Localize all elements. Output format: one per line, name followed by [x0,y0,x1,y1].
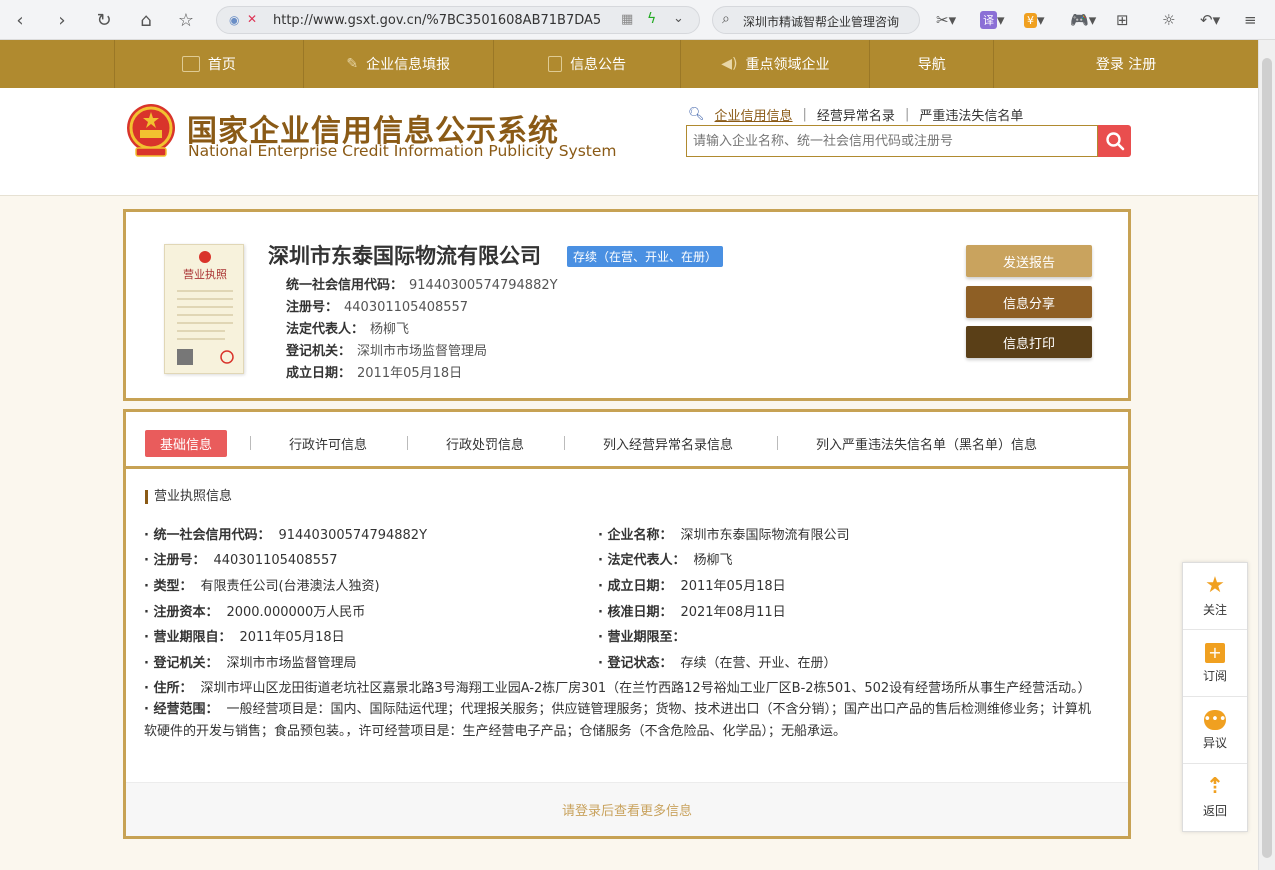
nav-guide[interactable]: 导航 [870,40,995,88]
scissors-icon[interactable]: ✂▾ [936,9,956,31]
company-summary-card: 营业执照 深圳市东泰国际物流有限公司 存续（在营、开业、在册） 统一社会信用代码… [123,209,1131,401]
speaker-icon: ◀) [721,56,738,72]
back-icon[interactable]: ‹ [8,8,32,32]
detail-address: · 住所： 深圳市坪山区龙田街道老坑社区嘉景北路3号海翔工业园A-2栋厂房301（… [144,681,1091,696]
detail-type: · 类型： 有限责任公司(台港澳法人独资) [144,579,380,594]
document-icon [548,56,563,72]
detail-legal-rep: · 法定代表人： 杨柳飞 [598,553,733,568]
reload-icon[interactable]: ↻ [92,8,116,32]
company-details-card: 基础信息 行政许可信息 行政处罚信息 列入经营异常名录信息 列入严重违法失信名单… [123,409,1131,839]
insecure-icon: ✕ [247,12,258,26]
search-icon [1105,132,1124,151]
chevron-down-icon[interactable]: ⌄ [673,11,684,26]
undo-icon[interactable]: ↶▾ [1200,9,1220,31]
main-nav: 首页 ✎ 企业信息填报 信息公告 ◀) 重点领域企业 导航 登录 注册 [0,40,1258,88]
browser-search-box[interactable]: ⌕ 深圳市精诚智帮企业管理咨询 [712,6,920,34]
detail-found-date: · 成立日期： 2011年05月18日 [598,579,786,594]
speed-icon[interactable]: ϟ [647,11,656,27]
send-report-button[interactable]: 发送报告 [966,245,1092,277]
site-header: 国家企业信用信息公示系统 National Enterprise Credit … [0,88,1258,196]
add-icon: + [1205,642,1225,663]
bookmark-star-icon[interactable]: ☆ [174,8,198,32]
nav-login-register[interactable]: 登录 注册 [994,40,1258,88]
summary-reg-number: 注册号： 440301105408557 [286,300,469,315]
search-small-icon: 🔍︎ [688,107,705,122]
summary-credit-code: 统一社会信用代码： 91440300574794882Y [286,278,558,293]
detail-credit-code: · 统一社会信用代码： 91440300574794882Y [144,528,428,543]
enterprise-search-input[interactable] [686,125,1098,157]
summary-reg-authority: 登记机关： 深圳市市场监督管理局 [286,344,488,359]
print-info-button[interactable]: 信息打印 [966,326,1092,358]
monitor-icon [181,56,200,72]
search-tab-blacklist[interactable]: 严重违法失信名单 [919,105,1023,124]
tab-basic-info[interactable]: 基础信息 [145,430,228,457]
detail-approval-date: · 核准日期： 2021年08月11日 [598,605,786,620]
login-hint[interactable]: 请登录后查看更多信息 [126,782,1128,836]
follow-button[interactable]: ★ 关注 [1183,563,1247,630]
tab-abnormal-list[interactable]: 列入经营异常名录信息 [603,434,733,453]
detail-capital: · 注册资本： 2000.000000万人民币 [144,605,366,620]
pen-icon: ✎ [346,56,359,72]
detail-term-from: · 营业期限自： 2011年05月18日 [144,630,345,645]
details-tabs: 基础信息 行政许可信息 行政处罚信息 列入经营异常名录信息 列入严重违法失信名单… [126,412,1128,469]
arrow-up-icon: ⇡ [1205,774,1225,799]
national-emblem-icon [127,104,175,157]
objection-button[interactable]: ••• 异议 [1183,697,1247,764]
detail-company-name: · 企业名称： 深圳市东泰国际物流有限公司 [598,528,850,543]
qrcode-icon[interactable]: ▦ [621,12,633,27]
scrollbar-thumb[interactable] [1262,58,1272,858]
site-subtitle: National Enterprise Credit Information P… [188,142,617,160]
detail-reg-number: · 注册号： 440301105408557 [144,553,338,568]
home-icon[interactable]: ⌂ [134,8,158,32]
game-icon[interactable]: 🎮 ▾ [1070,9,1096,31]
browser-search-text[interactable]: 深圳市精诚智帮企业管理咨询 [743,13,919,30]
brightness-icon[interactable]: ☼ [1162,9,1175,31]
detail-authority: · 登记机关： 深圳市市场监督管理局 [144,656,357,671]
svg-text:营业执照: 营业执照 [183,267,227,281]
floating-side-panel: ★ 关注 + 订阅 ••• 异议 ⇡ 返回 [1182,562,1248,832]
tab-admin-license[interactable]: 行政许可信息 [289,434,367,453]
apps-grid-icon[interactable]: ⊞ [1116,9,1129,31]
status-badge: 存续（在营、开业、在册） [567,246,724,267]
search-tab-credit[interactable]: 企业信用信息 [715,105,793,124]
browser-toolbar: ‹ › ↻ ⌂ ☆ ◉ ✕ http://www.gsxt.gov.cn/%7B… [0,0,1275,40]
security-icon: ◉ [229,13,240,27]
coin-icon[interactable]: ¥ ▾ [1024,9,1045,31]
company-name: 深圳市东泰国际物流有限公司 [268,244,541,268]
search-type-tabs: 🔍︎ 企业信用信息 | 经营异常名录 | 严重违法失信名单 [688,105,1024,124]
summary-found-date: 成立日期： 2011年05月18日 [286,366,463,381]
menu-icon[interactable]: ≡ [1244,9,1257,31]
share-info-button[interactable]: 信息分享 [966,286,1092,318]
detail-reg-status: · 登记状态： 存续（在营、开业、在册） [598,656,837,671]
back-to-top-button[interactable]: ⇡ 返回 [1183,764,1247,831]
address-bar[interactable]: ◉ ✕ http://www.gsxt.gov.cn/%7BC3501608AB… [216,6,700,34]
search-tab-abnormal[interactable]: 经营异常名录 [817,105,895,124]
business-license-image[interactable]: 营业执照 [164,244,244,374]
search-icon: ⌕ [722,11,730,27]
nav-announcement[interactable]: 信息公告 [494,40,682,88]
star-icon: ★ [1205,572,1225,598]
page-scrollbar[interactable] [1258,40,1275,870]
search-button[interactable] [1098,125,1131,157]
subscribe-button[interactable]: + 订阅 [1183,630,1247,697]
summary-legal-rep: 法定代表人： 杨柳飞 [286,322,410,337]
address-text[interactable]: http://www.gsxt.gov.cn/%7BC3501608AB71B7… [273,13,613,28]
forward-icon[interactable]: › [50,8,74,32]
chat-bubble-icon: ••• [1204,709,1227,730]
tab-blacklist[interactable]: 列入严重违法失信名单（黑名单）信息 [816,434,1037,453]
tab-admin-penalty[interactable]: 行政处罚信息 [446,434,524,453]
detail-term-to: · 营业期限至： [598,630,686,645]
nav-home[interactable]: 首页 [115,40,304,88]
nav-enterprise-report[interactable]: ✎ 企业信息填报 [304,40,494,88]
nav-key-enterprises[interactable]: ◀) 重点领域企业 [681,40,871,88]
detail-business-scope: · 经营范围： 一般经营项目是：国内、国际陆运代理；代理报关服务；供应链管理服务；… [144,702,1091,739]
section-title: 营业执照信息 [145,490,232,504]
translate-icon[interactable]: 译 ▾ [980,9,1005,31]
